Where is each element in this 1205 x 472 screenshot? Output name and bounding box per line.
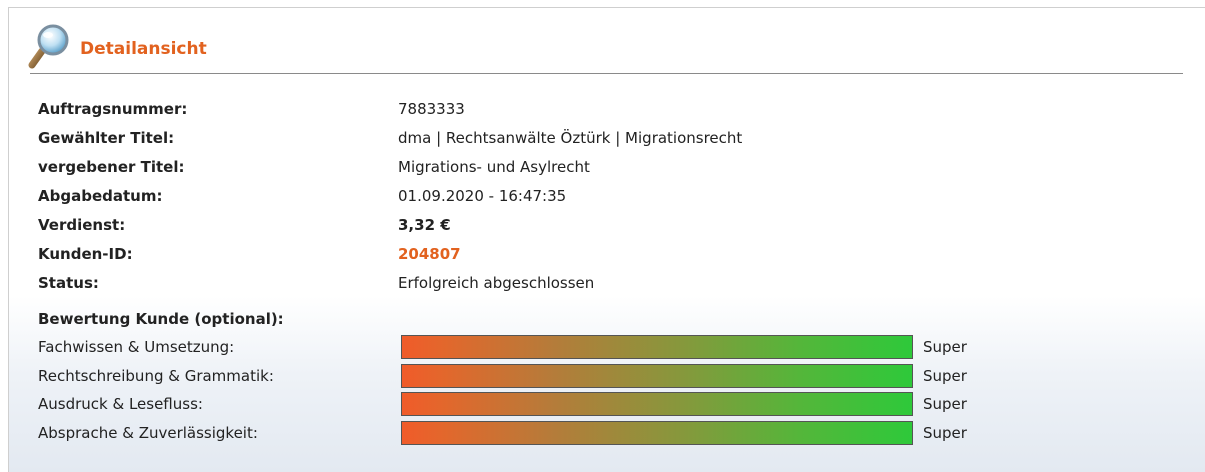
header-divider bbox=[30, 73, 1183, 74]
rating-bar-fill bbox=[402, 422, 912, 444]
detail-row-status: Status: Erfolgreich abgeschlossen bbox=[38, 268, 742, 297]
rating-bar-fill bbox=[402, 365, 912, 387]
detail-row-verdienst: Verdienst: 3,32 € bbox=[38, 210, 742, 239]
rating-bar bbox=[401, 335, 913, 359]
rating-bar bbox=[401, 392, 913, 416]
rating-label: Fachwissen & Umsetzung: bbox=[38, 338, 235, 356]
detail-label: vergebener Titel: bbox=[38, 157, 185, 176]
rating-title: Bewertung Kunde (optional): bbox=[38, 310, 284, 328]
rating-row-fachwissen: Fachwissen & Umsetzung: Super bbox=[38, 334, 967, 360]
rating-bar-fill bbox=[402, 393, 912, 415]
detail-label: Auftragsnummer: bbox=[38, 99, 188, 118]
panel-border-top bbox=[8, 7, 1205, 8]
detail-row-kunden-id: Kunden-ID: 204807 bbox=[38, 239, 742, 268]
rating-bar bbox=[401, 421, 913, 445]
detail-label: Verdienst: bbox=[38, 215, 126, 234]
page-title: Detailansicht bbox=[80, 39, 207, 59]
rating-bar bbox=[401, 364, 913, 388]
page-header: Detailansicht bbox=[28, 22, 207, 70]
rating-label: Absprache & Zuverlässigkeit: bbox=[38, 424, 258, 442]
rating-value-text: Super bbox=[923, 367, 967, 385]
detail-value-verdienst: 3,32 € bbox=[398, 215, 451, 234]
detail-label: Kunden-ID: bbox=[38, 244, 133, 263]
rating-row-absprache: Absprache & Zuverlässigkeit: Super bbox=[38, 420, 967, 446]
detail-label: Status: bbox=[38, 273, 99, 292]
rating-value-text: Super bbox=[923, 424, 967, 442]
detail-label: Abgabedatum: bbox=[38, 186, 163, 205]
rating-bar-fill bbox=[402, 336, 912, 358]
rating-row-rechtschreibung: Rechtschreibung & Grammatik: Super bbox=[38, 363, 967, 389]
detail-value-kunden-id[interactable]: 204807 bbox=[398, 245, 461, 263]
detail-row-gewaehlter-titel: Gewählter Titel: dma | Rechtsanwälte Öztü… bbox=[38, 123, 742, 152]
detail-row-vergebener-titel: vergebener Titel: Migrations- und Asylrec… bbox=[38, 152, 742, 181]
detail-row-auftragsnummer: Auftragsnummer: 7883333 bbox=[38, 94, 742, 123]
magnifier-icon bbox=[28, 23, 72, 69]
rating-label: Ausdruck & Lesefluss: bbox=[38, 395, 203, 413]
detail-value-gewaehlter-titel: dma | Rechtsanwälte Öztürk | Migrationsr… bbox=[398, 128, 743, 147]
detail-table: Auftragsnummer: 7883333 Gewählter Titel: dm… bbox=[38, 94, 742, 297]
rating-value-text: Super bbox=[923, 395, 967, 413]
detail-value-status: Erfolgreich abgeschlossen bbox=[398, 273, 595, 292]
detail-value-auftragsnummer: 7883333 bbox=[398, 99, 465, 118]
detail-label: Gewählter Titel: bbox=[38, 128, 175, 147]
rating-section: Bewertung Kunde (optional): Fachwissen &… bbox=[9, 296, 1205, 472]
detail-value-abgabedatum: 01.09.2020 - 16:47:35 bbox=[398, 186, 567, 205]
rating-label: Rechtschreibung & Grammatik: bbox=[38, 367, 274, 385]
rating-value-text: Super bbox=[923, 338, 967, 356]
detail-row-abgabedatum: Abgabedatum: 01.09.2020 - 16:47:35 bbox=[38, 181, 742, 210]
detail-value-vergebener-titel: Migrations- und Asylrecht bbox=[398, 157, 590, 176]
rating-row-ausdruck: Ausdruck & Lesefluss: Super bbox=[38, 391, 967, 417]
